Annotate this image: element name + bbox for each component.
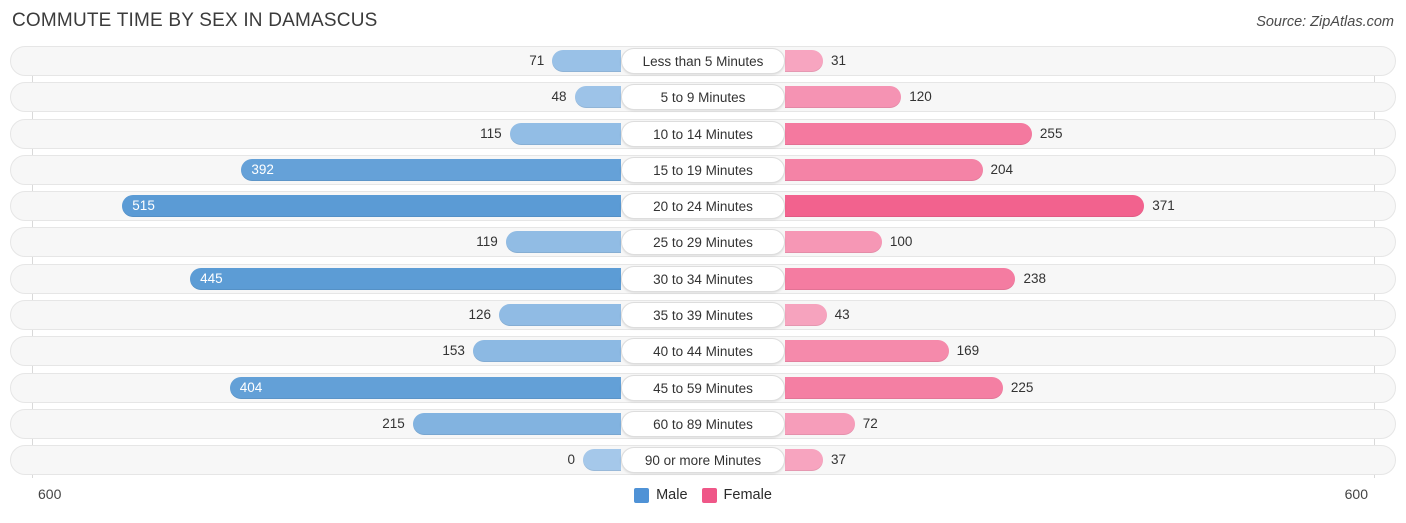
table-row[interactable]: 71 31 Less than 5 Minutes (0, 46, 1406, 76)
value-label-male: 515 (132, 198, 155, 214)
category-label: 45 to 59 Minutes (621, 374, 785, 401)
table-row[interactable]: 153 169 40 to 44 Minutes (0, 336, 1406, 367)
value-label-male: 215 (382, 415, 405, 431)
category-label: 90 or more Minutes (621, 447, 785, 474)
category-label: Less than 5 Minutes (621, 48, 785, 74)
value-label-female: 43 (834, 307, 850, 323)
table-row[interactable]: 215 72 60 to 89 Minutes (0, 408, 1406, 439)
category-label: 35 to 39 Minutes (621, 302, 785, 329)
bar-male[interactable] (509, 122, 621, 145)
bar-rows: 71 31 Less than 5 Minutes 48 120 5 to 9 Minut… (0, 46, 1406, 482)
bar-female[interactable] (785, 86, 902, 109)
bar-female[interactable] (785, 195, 1145, 218)
bar-male[interactable] (552, 50, 621, 72)
legend-swatch-icon (701, 487, 717, 503)
page-title: COMMUTE TIME BY SEX IN DAMASCUS (12, 10, 378, 31)
bar-male[interactable] (505, 231, 621, 254)
bar-female[interactable] (785, 304, 827, 327)
table-row[interactable]: 515 371 20 to 24 Minutes (0, 191, 1406, 222)
category-label: 40 to 44 Minutes (621, 338, 785, 365)
legend-swatch-icon (634, 487, 650, 503)
value-label-male: 0 (567, 452, 575, 468)
bar-male[interactable] (412, 412, 621, 435)
value-label-female: 204 (990, 161, 1014, 177)
table-row[interactable]: 119 100 25 to 29 Minutes (0, 227, 1406, 258)
category-label: 15 to 19 Minutes (621, 156, 785, 183)
bar-male[interactable] (122, 195, 621, 218)
value-label-male: 126 (468, 307, 491, 323)
value-label-female: 100 (889, 234, 913, 250)
value-label-female: 31 (831, 53, 847, 68)
category-label: 30 to 34 Minutes (621, 265, 785, 292)
bar-female[interactable] (785, 50, 823, 72)
source-attribution: Source: ZipAtlas.com (1256, 14, 1394, 30)
chart-plot-area: 71 31 Less than 5 Minutes 48 120 5 to 9 Minut… (0, 46, 1406, 478)
value-label-male: 153 (442, 343, 465, 359)
table-row[interactable]: 126 43 35 to 39 Minutes (0, 300, 1406, 331)
table-row[interactable]: 445 238 30 to 34 Minutes (0, 263, 1406, 294)
category-label: 60 to 89 Minutes (621, 410, 785, 437)
value-label-female: 225 (1010, 379, 1034, 395)
table-row[interactable]: 48 120 5 to 9 Minutes (0, 82, 1406, 113)
bar-female[interactable] (785, 412, 855, 435)
value-label-male: 392 (251, 161, 274, 177)
category-label: 10 to 14 Minutes (621, 120, 785, 147)
value-label-female: 120 (909, 89, 932, 105)
value-label-male: 115 (480, 125, 502, 141)
value-label-female: 371 (1152, 198, 1175, 214)
value-label-male: 48 (551, 89, 567, 105)
chart-header: COMMUTE TIME BY SEX IN DAMASCUS Source: … (0, 0, 1406, 44)
legend-label: Male (656, 487, 688, 503)
table-row[interactable]: 404 225 45 to 59 Minutes (0, 372, 1406, 403)
chart-footer: 600 600 Male Female (0, 478, 1406, 523)
value-label-female: 37 (831, 452, 847, 468)
bar-female[interactable] (785, 340, 949, 363)
table-row[interactable]: 0 37 90 or more Minutes (0, 445, 1406, 476)
bar-male[interactable] (583, 449, 621, 472)
bar-female[interactable] (785, 231, 882, 254)
legend-label: Female (723, 487, 772, 503)
value-label-female: 169 (956, 343, 980, 359)
value-label-female: 238 (1023, 270, 1046, 286)
legend-item-male[interactable]: Male (634, 487, 688, 503)
bar-male[interactable] (229, 376, 621, 399)
bar-female[interactable] (785, 267, 1016, 290)
table-row[interactable]: 115 255 10 to 14 Minutes (0, 118, 1406, 149)
category-label: 25 to 29 Minutes (621, 229, 785, 256)
legend-item-female[interactable]: Female (701, 487, 772, 503)
value-label-male: 71 (529, 53, 545, 68)
category-label: 5 to 9 Minutes (621, 84, 785, 111)
chart-legend: Male Female (0, 487, 1406, 503)
bar-male[interactable] (241, 158, 621, 181)
table-row[interactable]: 392 204 15 to 19 Minutes (0, 154, 1406, 185)
bar-female[interactable] (785, 158, 983, 181)
bar-male[interactable] (190, 267, 621, 290)
category-label: 20 to 24 Minutes (621, 193, 785, 220)
bar-male[interactable] (498, 304, 621, 327)
value-label-male: 445 (200, 270, 223, 286)
bar-male[interactable] (472, 340, 621, 363)
value-label-male: 119 (476, 234, 498, 250)
value-label-male: 404 (239, 379, 263, 395)
bar-female[interactable] (785, 376, 1003, 399)
bar-female[interactable] (785, 449, 823, 472)
bar-female[interactable] (785, 122, 1032, 145)
bar-male[interactable] (574, 86, 621, 109)
value-label-female: 72 (862, 415, 878, 431)
value-label-female: 255 (1039, 125, 1063, 141)
